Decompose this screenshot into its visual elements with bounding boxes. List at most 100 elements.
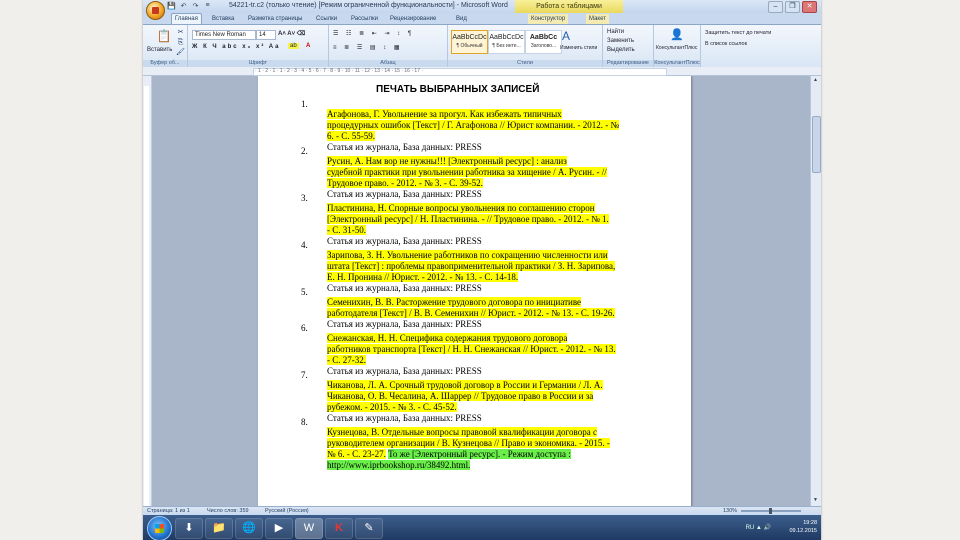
highlighted-text: Снежанская, Н. Н. Специфика содержания т… — [327, 333, 568, 343]
scroll-up-icon[interactable]: ▲ — [812, 77, 819, 85]
green-highlighted-text: То же [Электронный ресурс]. - Режим дост… — [388, 449, 571, 459]
table-tools-title: Работа с таблицами — [515, 0, 623, 13]
cut-icon[interactable]: ✂ — [176, 28, 185, 37]
add-to-links-button[interactable]: В список ссылок — [705, 41, 747, 47]
tab-review[interactable]: Рецензирование — [387, 14, 439, 24]
entry-number: 8. — [301, 417, 308, 427]
highlighted-text: судебной практики при увольнении работни… — [327, 167, 607, 177]
title-bar: 💾 ↶ ↷ ≡ 54221-tr.c2 (только чтение) [Реж… — [143, 0, 821, 13]
tab-home[interactable]: Главная — [171, 13, 202, 24]
tab-table-design[interactable]: Конструктор — [528, 14, 569, 24]
vertical-scrollbar[interactable]: ▲ ▼ — [810, 76, 821, 506]
highlighted-text: - С. 31-50. — [327, 225, 366, 235]
style-normal[interactable]: AaBbCcDc ¶ Обычный — [451, 30, 488, 54]
entry-line: судебной практики при увольнении работни… — [327, 167, 607, 178]
tab-insert[interactable]: Вставка — [209, 14, 237, 24]
taskbar-word-icon[interactable]: W — [295, 518, 323, 539]
ruler-numbers: · 1 · 2 · 1 · 1 · 2 · 3 · 4 · 5 · 6 · 7 … — [255, 68, 424, 74]
close-button[interactable]: ✕ — [802, 1, 817, 13]
entry-line: Зарипова, З. Н. Увольнение работников по… — [327, 250, 608, 261]
highlight-icon[interactable]: ab — [288, 43, 299, 49]
font-color-icon[interactable]: A — [306, 43, 310, 49]
select-button[interactable]: Выделить — [607, 47, 635, 53]
clock[interactable]: 19:28 09.12.2015 — [789, 519, 817, 535]
start-button[interactable] — [147, 516, 172, 540]
tab-table-layout[interactable]: Макет — [586, 14, 609, 24]
tab-references[interactable]: Ссылки — [313, 14, 340, 24]
taskbar-editor-icon[interactable]: ✎ — [355, 518, 383, 539]
paste-label[interactable]: Вставить — [147, 47, 172, 53]
entry-number: 1. — [301, 99, 308, 109]
replace-button[interactable]: Заменить — [607, 38, 634, 44]
taskbar-download-icon[interactable]: ⬇ — [175, 518, 203, 539]
zoom-slider[interactable] — [741, 508, 801, 514]
tray-icons[interactable]: RU ▲ 🔊 — [746, 524, 771, 531]
konsultant-icon[interactable]: 👤 — [670, 28, 684, 42]
paste-icon[interactable]: 📋 — [155, 29, 173, 43]
editing-group: Найти Заменить Выделить Редактирование — [603, 25, 654, 67]
scroll-down-icon[interactable]: ▼ — [812, 497, 819, 505]
entry-line: Агафонова, Г. Увольнение за прогул. Как … — [327, 109, 562, 120]
entry-line: Кузнецова, В. Отдельные вопросы правовой… — [327, 427, 597, 438]
tab-mailings[interactable]: Рассылки — [348, 14, 381, 24]
entry-line: Е. Н. Пронина // Юрист. - 2012. - № 13. … — [327, 272, 519, 283]
entry-line: - С. 31-50. — [327, 225, 366, 236]
change-styles-label[interactable]: Изменить стили — [560, 45, 598, 51]
style-heading[interactable]: AaBbCc Заголово... — [525, 30, 562, 54]
tab-page-layout[interactable]: Разметка страницы — [245, 14, 305, 24]
entry-number: 2. — [301, 146, 308, 156]
highlighted-text: Пластинина, Н. Спорные вопросы увольнени… — [327, 203, 595, 213]
style-no-spacing[interactable]: AaBbCcDc ¶ Без инте... — [488, 30, 525, 54]
highlighted-text: Семенихин, В. В. Расторжение трудового д… — [327, 297, 582, 307]
entry-number: 6. — [301, 323, 308, 333]
horizontal-ruler[interactable]: · 1 · 2 · 1 · 1 · 2 · 3 · 4 · 5 · 6 · 7 … — [143, 67, 821, 76]
list-icons[interactable]: ☰ ☷ ≣ ⇤ ⇥ ↕ ¶ — [333, 30, 414, 37]
taskbar-media-icon[interactable]: ▶ — [265, 518, 293, 539]
taskbar-konsultant-icon[interactable]: K — [325, 518, 353, 539]
entry-source: Статья из журнала, База данных: PRESS — [327, 189, 482, 199]
highlighted-text: процедурных ошибок [Текст] / Г. Агафонов… — [327, 120, 620, 130]
taskbar-browser-icon[interactable]: 🌐 — [235, 518, 263, 539]
highlighted-text: Кузнецова, В. Отдельные вопросы правовой… — [327, 427, 597, 437]
konsultant-group: 👤 КонсультантПлюс КонсультантПлюс — [654, 25, 701, 67]
redo-icon[interactable]: ↷ — [191, 2, 200, 11]
undo-icon[interactable]: ↶ — [179, 2, 188, 11]
format-painter-icon[interactable]: 🖌 — [176, 48, 185, 57]
find-button[interactable]: Найти — [607, 29, 624, 35]
font-format-icons[interactable]: Ж К Ч abc x₂ x² Aa — [192, 44, 280, 50]
entry-number: 4. — [301, 240, 308, 250]
protect-text-button[interactable]: Защитить текст до печати — [705, 30, 771, 36]
entry-line: руководителем организации / В. Кузнецова… — [327, 438, 610, 449]
grow-font-icon[interactable]: A˄ A˅ ⌫ — [278, 30, 305, 37]
minimize-button[interactable]: – — [768, 1, 783, 13]
window-controls: – ❐ ✕ — [768, 1, 817, 13]
highlighted-text: работодателя [Текст] / В. В. Семенихин /… — [327, 308, 615, 318]
highlighted-text: штата [Текст] : проблемы правоприменител… — [327, 261, 616, 271]
font-name-box[interactable]: Times New Roman — [192, 30, 256, 40]
customize-icon[interactable]: ≡ — [203, 2, 212, 11]
change-styles-icon[interactable]: A — [562, 29, 570, 43]
highlighted-text: Чиканова, Л. А. Срочный трудовой договор… — [327, 380, 603, 390]
clipboard-group-label: Буфер об... — [143, 60, 187, 67]
office-button[interactable] — [146, 1, 165, 20]
entry-source: Статья из журнала, База данных: PRESS — [327, 319, 482, 329]
highlighted-text: Зарипова, З. Н. Увольнение работников по… — [327, 250, 608, 260]
document-page[interactable]: ПЕЧАТЬ ВЫБРАННЫХ ЗАПИСЕЙ 1. Агафонова, Г.… — [258, 76, 691, 506]
vertical-ruler-page — [144, 86, 149, 506]
clipboard-group: 📋 Вставить ✂ ⎘ 🖌 Буфер об... — [143, 25, 188, 67]
font-size-box[interactable]: 14 — [256, 30, 276, 40]
save-icon[interactable]: 💾 — [167, 2, 176, 11]
window-title: 54221-tr.c2 (только чтение) [Режим огран… — [229, 2, 508, 9]
scroll-thumb[interactable] — [812, 116, 821, 173]
highlighted-text: 6. - С. 55-59. — [327, 131, 375, 141]
entry-source: Статья из журнала, База данных: PRESS — [327, 283, 482, 293]
taskbar-explorer-icon[interactable]: 📁 — [205, 518, 233, 539]
highlighted-text: [Электронный ресурс] / Н. Пластинина. - … — [327, 214, 609, 224]
maximize-button[interactable]: ❐ — [785, 1, 800, 13]
quick-access-toolbar: 💾 ↶ ↷ ≡ — [167, 2, 212, 11]
konsultant-button[interactable]: КонсультантПлюс — [656, 45, 697, 51]
tab-view[interactable]: Вид — [453, 14, 470, 24]
align-icons[interactable]: ≡ ≣ ☰ ▤ ↕ ▦ — [333, 44, 403, 51]
vertical-ruler[interactable] — [143, 76, 152, 506]
copy-icon[interactable]: ⎘ — [176, 38, 185, 47]
